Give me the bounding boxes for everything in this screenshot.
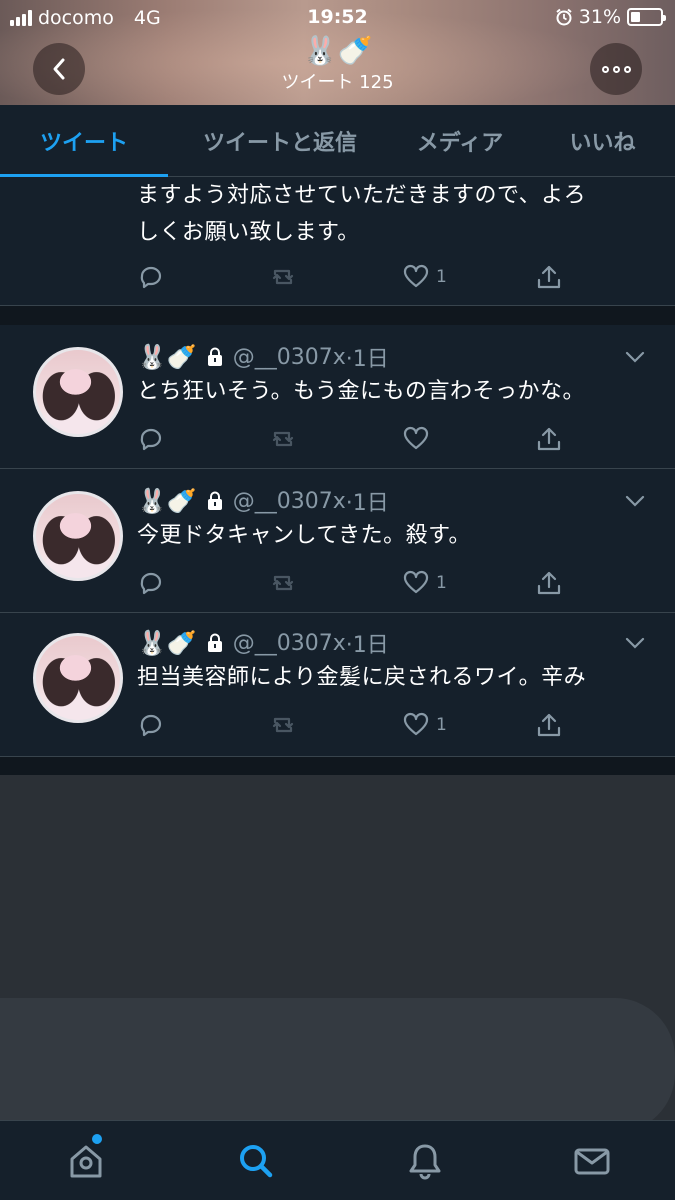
lock-icon: [207, 347, 222, 366]
lock-icon: [207, 491, 222, 510]
author-name-emoji: 🐰🍼: [137, 343, 197, 371]
like-count: 1: [436, 267, 447, 287]
share-button[interactable]: [535, 569, 563, 597]
tweet-partial[interactable]: ますよう対応させていただきますので、よろ しくお願い致します。 1: [0, 177, 675, 306]
alarm-icon: [556, 8, 572, 26]
tweet-meta: 🐰🍼 @__0307x ·1日: [137, 485, 389, 517]
tweet-actions: 1: [137, 569, 577, 599]
tweet-text: 担当美容師により金髪に戻されるワイ。辛み: [137, 665, 587, 690]
retweet-button[interactable]: [269, 425, 297, 453]
heart-icon: [403, 264, 429, 288]
tweet-text-line: しくお願い致します。: [137, 220, 360, 245]
tweet-actions: 1: [137, 263, 577, 293]
share-icon: [537, 713, 561, 737]
status-bar: docomo 4G 19:52 31%: [0, 0, 675, 36]
section-gap: [0, 306, 675, 325]
author-handle[interactable]: @__0307x: [233, 631, 346, 656]
reply-button[interactable]: [137, 263, 165, 291]
search-icon[interactable]: [236, 1141, 276, 1181]
lock-icon: [207, 633, 222, 652]
author-name-emoji: 🐰🍼: [137, 629, 197, 657]
share-icon: [537, 571, 561, 595]
tweet-meta: 🐰🍼 @__0307x ·1日: [137, 341, 389, 373]
reply-icon: [140, 428, 162, 451]
heart-icon: [403, 426, 429, 450]
tab-tweets[interactable]: ツイート: [0, 105, 168, 177]
more-icon: [601, 65, 631, 73]
overlay-panel: [0, 998, 675, 1133]
home-notification-dot: [92, 1134, 102, 1144]
chevron-down-icon[interactable]: [625, 637, 645, 649]
more-options-button[interactable]: [590, 43, 642, 95]
retweet-icon: [272, 269, 294, 285]
tweet-meta: 🐰🍼 @__0307x ·1日: [137, 627, 389, 659]
tweet-text-line: ますよう対応させていただきますので、よろ: [137, 183, 587, 208]
retweet-button[interactable]: [269, 569, 297, 597]
header-title: 🐰🍼 ツイート 125: [0, 34, 675, 94]
author-handle[interactable]: @__0307x: [233, 489, 346, 514]
reply-button[interactable]: [137, 711, 165, 739]
author-handle[interactable]: @__0307x: [233, 345, 346, 370]
share-button[interactable]: [535, 263, 563, 291]
tweet-item[interactable]: 🐰🍼 @__0307x ·1日 とち狂いそう。もう金にもの言わそっかな。: [0, 325, 675, 469]
like-count: 1: [436, 715, 447, 735]
share-button[interactable]: [535, 425, 563, 453]
section-gap: [0, 757, 675, 775]
avatar[interactable]: [33, 491, 123, 581]
retweet-icon: [272, 575, 294, 591]
tweet-item[interactable]: 🐰🍼 @__0307x ·1日 担当美容師により金髪に戻されるワイ。辛み 1: [0, 613, 675, 757]
heart-icon: [403, 570, 429, 594]
author-name-emoji: 🐰🍼: [137, 487, 197, 515]
like-button[interactable]: 1: [402, 569, 447, 597]
heart-icon: [403, 712, 429, 736]
tweet-actions: [137, 425, 577, 455]
like-button[interactable]: [402, 425, 436, 453]
header-name-emoji: 🐰🍼: [302, 34, 373, 67]
timeline: ますよう対応させていただきますので、よろ しくお願い致します。 1 🐰🍼 @__…: [0, 177, 675, 775]
bottom-nav: [0, 1120, 675, 1200]
avatar[interactable]: [33, 347, 123, 437]
tweet-text: とち狂いそう。もう金にもの言わそっかな。: [137, 379, 586, 404]
avatar[interactable]: [33, 633, 123, 723]
battery-percent: 31%: [578, 6, 621, 28]
share-button[interactable]: [535, 711, 563, 739]
reply-button[interactable]: [137, 569, 165, 597]
like-count: 1: [436, 573, 447, 593]
share-icon: [537, 265, 561, 289]
tweet-count: ツイート 125: [281, 72, 394, 93]
battery-icon: [627, 8, 666, 26]
profile-tabs: ツイート ツイートと返信 メディア いいね: [0, 105, 675, 177]
tab-likes[interactable]: いいね: [545, 105, 660, 177]
home-icon[interactable]: [66, 1141, 106, 1181]
chevron-down-icon[interactable]: [625, 351, 645, 363]
tweet-item[interactable]: 🐰🍼 @__0307x ·1日 今更ドタキャンしてきた。殺す。 1: [0, 469, 675, 613]
reply-icon: [140, 266, 162, 289]
reply-icon: [140, 572, 162, 595]
tweet-actions: 1: [137, 711, 577, 741]
share-icon: [537, 427, 561, 451]
retweet-icon: [272, 717, 294, 733]
tweet-time: ·1日: [345, 491, 389, 516]
mail-icon[interactable]: [572, 1141, 612, 1181]
chevron-down-icon[interactable]: [625, 495, 645, 507]
tweet-text: ますよう対応させていただきますので、よろ しくお願い致します。: [137, 177, 586, 251]
like-button[interactable]: 1: [402, 263, 447, 291]
retweet-icon: [272, 431, 294, 447]
tweet-time: ·1日: [345, 347, 389, 372]
reply-icon: [140, 714, 162, 737]
tweet-time: ·1日: [345, 633, 389, 658]
tab-media[interactable]: メディア: [395, 105, 525, 177]
profile-header: docomo 4G 19:52 31% 🐰🍼 ツイート 125: [0, 0, 675, 105]
bell-icon[interactable]: [405, 1141, 445, 1181]
tab-tweets-and-replies[interactable]: ツイートと返信: [180, 105, 380, 177]
tweet-text: 今更ドタキャンしてきた。殺す。: [137, 523, 471, 548]
retweet-button[interactable]: [269, 263, 297, 291]
like-button[interactable]: 1: [402, 711, 447, 739]
reply-button[interactable]: [137, 425, 165, 453]
retweet-button[interactable]: [269, 711, 297, 739]
